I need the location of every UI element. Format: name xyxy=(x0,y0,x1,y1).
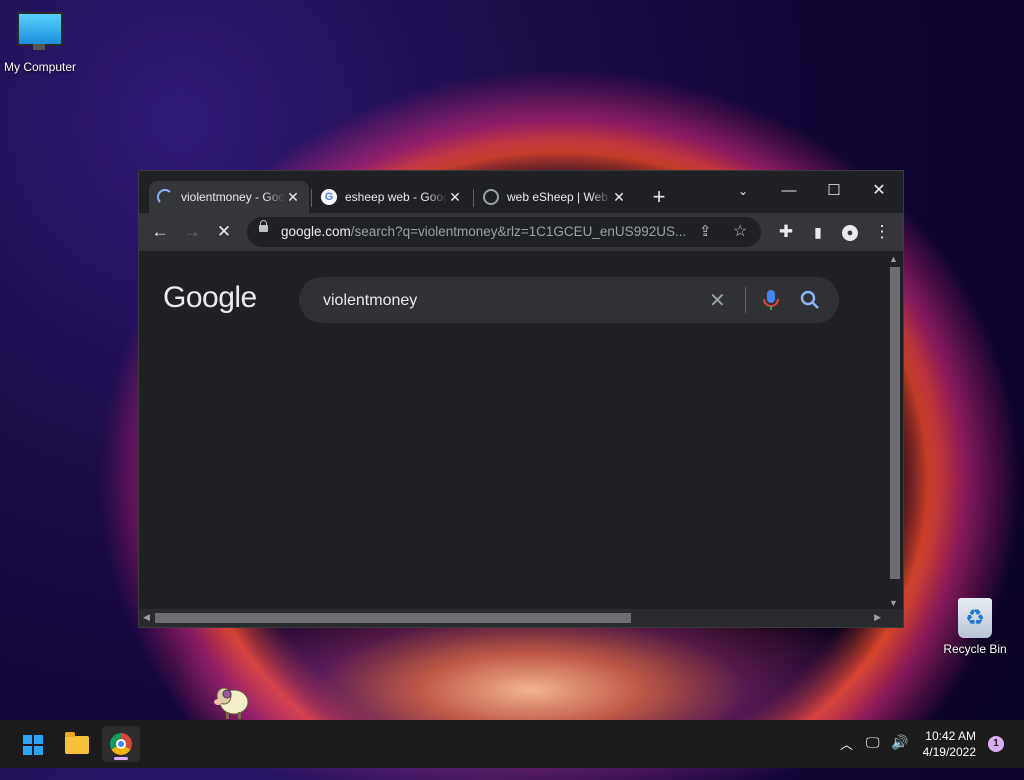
tab-esheep-web[interactable]: G esheep web - Google Search ✕ xyxy=(313,181,471,213)
profile-avatar-button[interactable]: ● xyxy=(835,217,865,247)
page-content: Google ✕ xyxy=(139,251,887,611)
microphone-icon[interactable] xyxy=(761,289,781,311)
lock-icon[interactable] xyxy=(259,220,268,232)
volume-icon[interactable]: 🔊 xyxy=(891,734,908,751)
clock-time: 10:42 AM xyxy=(925,729,976,743)
extensions-puzzle-icon[interactable]: ✚ xyxy=(771,217,801,247)
tab-separator xyxy=(311,189,312,207)
tab-title: esheep web - Google Search xyxy=(345,190,447,204)
globe-icon xyxy=(483,189,499,205)
show-hidden-icons-chevron-icon[interactable]: ︿ xyxy=(840,734,853,753)
start-button[interactable] xyxy=(13,726,51,762)
new-tab-button[interactable]: + xyxy=(647,185,671,209)
stop-loading-button[interactable]: ✕ xyxy=(209,217,239,247)
folder-icon xyxy=(65,732,89,754)
scroll-up-icon[interactable]: ▲ xyxy=(889,254,898,264)
address-url[interactable]: google.com/search?q=violentmoney&rlz=1C1… xyxy=(281,224,701,239)
vertical-scrollbar[interactable]: ▲ ▼ xyxy=(885,251,903,611)
loading-spinner-icon xyxy=(157,189,173,205)
menu-kebab-icon[interactable]: ⋮ xyxy=(867,217,897,247)
tab-web-esheep[interactable]: web eSheep | Web ✕ xyxy=(475,181,635,213)
notification-badge[interactable]: 1 xyxy=(988,736,1004,752)
chrome-icon xyxy=(110,733,132,755)
tab-violentmoney[interactable]: violentmoney - Google Search ✕ xyxy=(149,181,309,213)
browser-toolbar: ← → ✕ google.com/search?q=violentmoney&r… xyxy=(139,213,903,251)
close-tab-icon[interactable]: ✕ xyxy=(447,189,463,206)
windows-logo-icon xyxy=(23,735,43,755)
bookmark-star-icon[interactable]: ☆ xyxy=(733,221,747,241)
search-box-divider xyxy=(745,287,746,313)
tab-separator xyxy=(473,189,474,207)
network-icon[interactable]: 🖵 xyxy=(866,734,880,751)
back-button[interactable]: ← xyxy=(145,217,175,247)
url-host: google.com xyxy=(281,224,351,239)
side-panel-icon[interactable]: ▮ xyxy=(803,217,833,247)
desktop-icon-my-computer[interactable]: My Computer xyxy=(0,0,80,74)
forward-button[interactable]: → xyxy=(177,217,207,247)
tab-title: web eSheep | Web xyxy=(507,190,608,204)
clock-date: 4/19/2022 xyxy=(922,745,976,759)
scroll-right-icon[interactable]: ▶ xyxy=(874,612,881,623)
minimize-button[interactable]: — xyxy=(767,177,811,205)
file-explorer-button[interactable] xyxy=(58,726,96,762)
clear-search-icon[interactable]: ✕ xyxy=(709,288,726,313)
close-window-button[interactable]: ✕ xyxy=(857,177,901,205)
address-bar[interactable]: google.com/search?q=violentmoney&rlz=1C1… xyxy=(247,217,761,247)
browser-window: violentmoney - Google Search ✕ G esheep … xyxy=(138,170,904,628)
vertical-scroll-thumb[interactable] xyxy=(890,267,900,579)
desktop-icon-label: Recycle Bin xyxy=(943,642,1007,656)
google-icon: G xyxy=(321,189,337,205)
desktop-icon-label: My Computer xyxy=(3,60,77,74)
clock[interactable]: 10:42 AM 4/19/2022 xyxy=(923,728,976,760)
maximize-button[interactable]: ☐ xyxy=(812,177,856,205)
url-path: /search?q=violentmoney&rlz=1C1GCEU_enUS9… xyxy=(350,224,687,239)
close-tab-icon[interactable]: ✕ xyxy=(611,189,627,206)
esheep-pet-icon[interactable] xyxy=(210,682,250,720)
active-app-indicator xyxy=(114,757,128,760)
scroll-left-icon[interactable]: ◀ xyxy=(143,612,150,623)
taskbar: ︿ 🖵 🔊 10:42 AM 4/19/2022 1 xyxy=(0,720,1024,768)
computer-icon xyxy=(17,12,63,50)
share-icon[interactable]: ⇪ xyxy=(699,222,712,240)
recycle-bin-icon: ♻ xyxy=(958,598,992,638)
horizontal-scrollbar[interactable]: ◀ ▶ xyxy=(139,609,903,627)
tab-strip: violentmoney - Google Search ✕ G esheep … xyxy=(139,171,903,213)
horizontal-scroll-thumb[interactable] xyxy=(155,613,631,623)
tab-title: violentmoney - Google Search xyxy=(181,190,285,204)
search-input[interactable] xyxy=(321,291,705,311)
desktop-icon-recycle-bin[interactable]: ♻ Recycle Bin xyxy=(935,598,1015,656)
search-icon[interactable] xyxy=(799,289,821,311)
search-box[interactable]: ✕ xyxy=(299,277,839,323)
chrome-taskbar-button[interactable] xyxy=(102,726,140,762)
scroll-down-icon[interactable]: ▼ xyxy=(889,598,898,608)
google-logo[interactable]: Google xyxy=(163,281,257,315)
tab-search-chevron-icon[interactable]: ⌄ xyxy=(721,177,765,205)
close-tab-icon[interactable]: ✕ xyxy=(285,189,301,206)
